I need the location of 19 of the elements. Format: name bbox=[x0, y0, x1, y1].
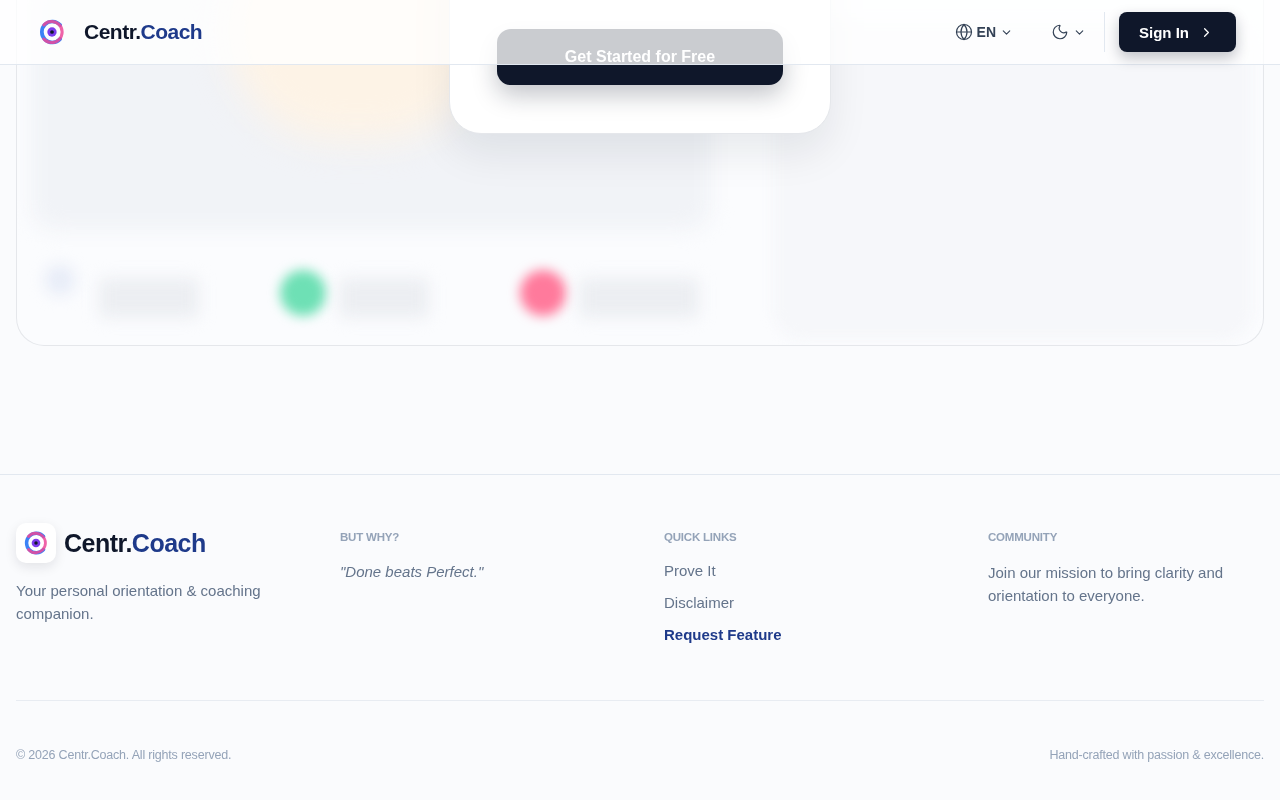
column-heading: QUICK LINKS bbox=[664, 531, 738, 543]
column-heading: BUT WHY? bbox=[340, 531, 401, 543]
credit-text: Hand-crafted with passion & excellence. bbox=[1049, 748, 1264, 762]
language-selector[interactable]: EN bbox=[946, 17, 1021, 47]
footer-link[interactable]: Request Feature bbox=[664, 625, 782, 645]
column-heading: COMMUNITY bbox=[988, 531, 1059, 543]
quote-text: "Done beats Perfect." bbox=[340, 563, 485, 580]
sign-in-button[interactable]: Sign In bbox=[1119, 12, 1236, 52]
community-text: Join our mission to bring clarity and orientation to everyone. bbox=[988, 563, 1225, 606]
globe-icon bbox=[954, 23, 973, 41]
copyright-text: © 2026 Centr.Coach. All rights reserved. bbox=[16, 748, 232, 762]
brand-name: Centr.Coach bbox=[84, 20, 203, 44]
logo-icon bbox=[23, 530, 49, 556]
footer-link[interactable]: Prove It bbox=[664, 561, 716, 581]
tagline-text: Your personal orientation & coaching companion. bbox=[16, 581, 262, 624]
moon-icon bbox=[1051, 23, 1069, 41]
brand-name: Centr.Coach bbox=[64, 528, 206, 558]
logo-icon bbox=[38, 18, 66, 46]
footer-link[interactable]: Disclaimer bbox=[664, 593, 734, 613]
